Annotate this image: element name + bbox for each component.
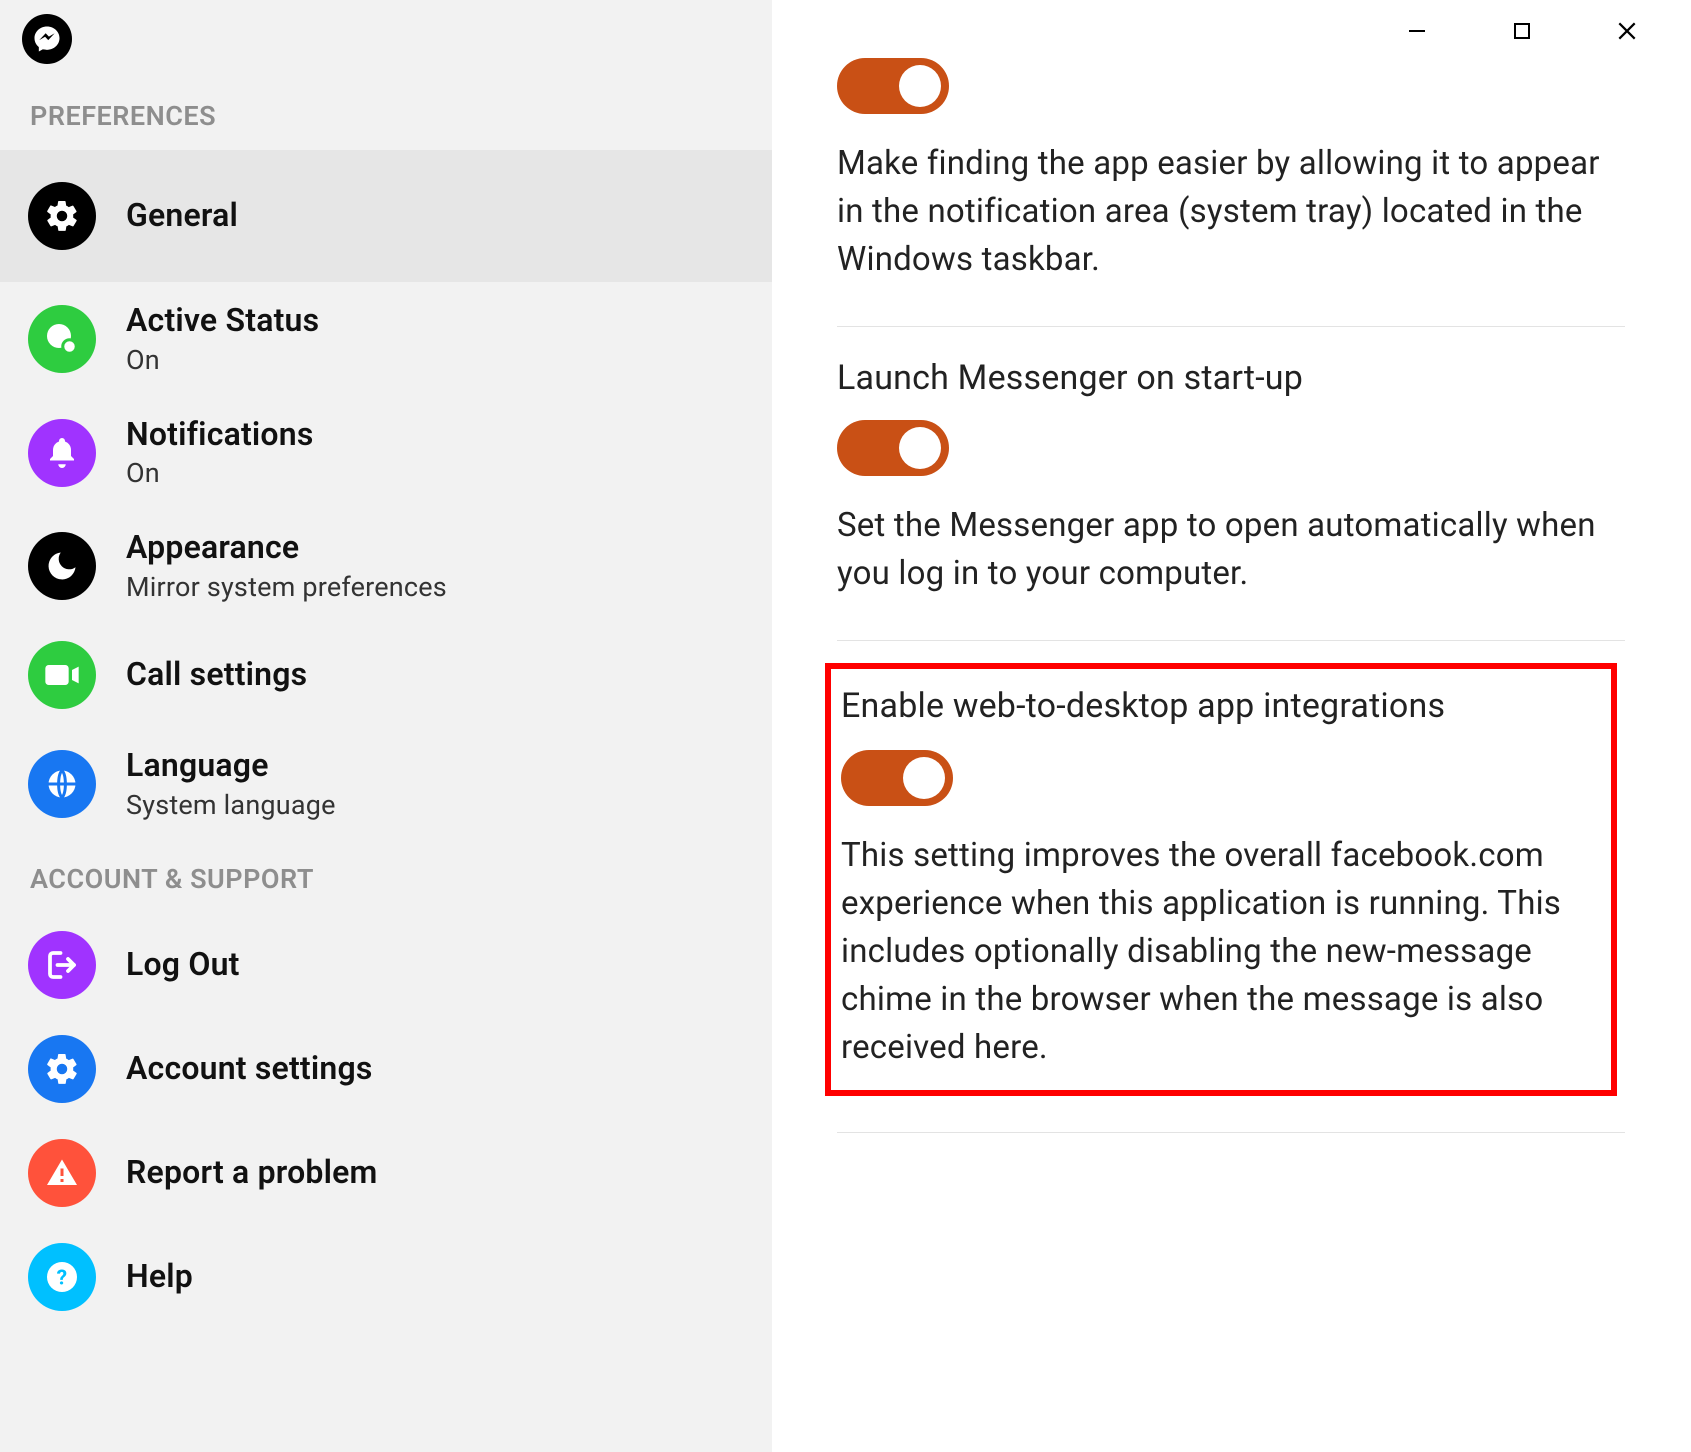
setting-startup-title: Launch Messenger on start-up	[837, 355, 1625, 403]
toggle-knob	[899, 65, 941, 107]
window-close-button[interactable]	[1574, 6, 1679, 56]
sidebar-item-general[interactable]: General	[0, 150, 772, 282]
setting-web-integration-title: Enable web-to-desktop app integrations	[841, 683, 1597, 731]
sidebar-item-label: Appearance	[126, 527, 447, 569]
sidebar-item-label: Account settings	[126, 1048, 373, 1090]
moon-icon	[28, 532, 96, 600]
window-maximize-button[interactable]	[1469, 6, 1574, 56]
sidebar-item-active-status[interactable]: Active Status On	[0, 282, 772, 396]
sidebar-item-log-out[interactable]: Log Out	[0, 913, 772, 1017]
highlight-box: Enable web-to-desktop app integrations T…	[825, 663, 1617, 1096]
divider	[837, 1132, 1625, 1133]
video-icon	[28, 641, 96, 709]
sidebar-item-notifications[interactable]: Notifications On	[0, 396, 772, 510]
sidebar-item-label: Language	[126, 745, 336, 787]
setting-web-integration-desc: This setting improves the overall facebo…	[841, 832, 1597, 1071]
sidebar-item-sub: System language	[126, 788, 336, 823]
setting-startup-desc: Set the Messenger app to open automatica…	[837, 502, 1625, 598]
sidebar-item-report-problem[interactable]: Report a problem	[0, 1121, 772, 1225]
toggle-web-integration[interactable]	[841, 750, 953, 806]
toggle-startup[interactable]	[837, 420, 949, 476]
sidebar-item-account-settings[interactable]: Account settings	[0, 1017, 772, 1121]
settings-panel: Make finding the app easier by allowing …	[772, 58, 1691, 1133]
sidebar-item-label: Help	[126, 1256, 193, 1298]
bell-icon	[28, 419, 96, 487]
sidebar-item-help[interactable]: ? Help	[0, 1225, 772, 1329]
section-header-account: ACCOUNT & SUPPORT	[0, 841, 772, 913]
log-out-icon	[28, 931, 96, 999]
toggle-tray[interactable]	[837, 58, 949, 114]
sidebar-item-label: Active Status	[126, 300, 319, 342]
divider	[837, 640, 1625, 641]
sidebar-item-sub: On	[126, 456, 313, 491]
sidebar-item-label: General	[126, 195, 238, 237]
sidebar-item-label: Notifications	[126, 414, 313, 456]
sidebar-item-sub: Mirror system preferences	[126, 570, 447, 605]
sidebar-item-language[interactable]: Language System language	[0, 727, 772, 841]
sidebar-item-call-settings[interactable]: Call settings	[0, 623, 772, 727]
window-titlebar	[772, 0, 1691, 66]
sidebar-item-label: Call settings	[126, 654, 307, 696]
sidebar-item-label: Report a problem	[126, 1152, 378, 1194]
section-header-preferences: PREFERENCES	[0, 86, 772, 150]
toggle-knob	[899, 427, 941, 469]
setting-startup: Launch Messenger on start-up Set the Mes…	[837, 327, 1625, 640]
sidebar-item-appearance[interactable]: Appearance Mirror system preferences	[0, 509, 772, 623]
warning-icon	[28, 1139, 96, 1207]
toggle-knob	[903, 757, 945, 799]
globe-icon	[28, 750, 96, 818]
preferences-sidebar: PREFERENCES General Active Status On Not…	[0, 0, 772, 1452]
sidebar-item-sub: On	[126, 343, 319, 378]
sidebar-item-label: Log Out	[126, 944, 240, 986]
messenger-logo-icon	[22, 14, 72, 64]
setting-tray: Make finding the app easier by allowing …	[837, 58, 1625, 326]
help-icon: ?	[28, 1243, 96, 1311]
gear-icon	[28, 182, 96, 250]
window-minimize-button[interactable]	[1364, 6, 1469, 56]
gear-icon	[28, 1035, 96, 1103]
main-content: Make finding the app easier by allowing …	[772, 0, 1691, 1452]
setting-tray-desc: Make finding the app easier by allowing …	[837, 140, 1625, 284]
active-status-icon	[28, 305, 96, 373]
svg-text:?: ?	[57, 1266, 68, 1290]
app-logo-wrap	[0, 8, 772, 86]
